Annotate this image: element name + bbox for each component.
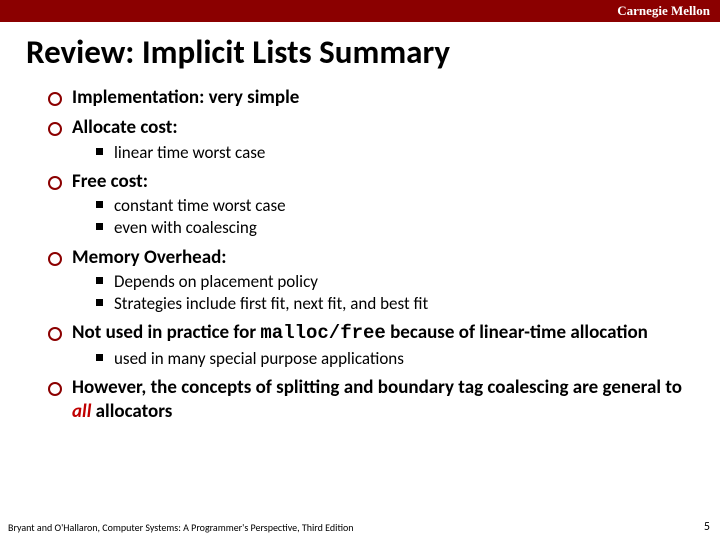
sub-bullet: even with coalescing <box>96 217 686 239</box>
emphasis-text: all <box>72 400 91 423</box>
sub-bullet: constant time worst case <box>96 195 686 217</box>
code-text: malloc/free <box>260 322 385 344</box>
sub-bullet: Depends on placement policy <box>96 271 686 293</box>
bullet-head: Implementation: very simple <box>72 86 686 110</box>
bullet-head: Allocate cost: <box>72 116 686 140</box>
bullet-head: Not used in practice for malloc/free bec… <box>72 321 686 346</box>
bullet-item: Implementation: very simple <box>48 86 686 110</box>
header-bar: Carnegie Mellon <box>0 0 720 22</box>
bullet-item: Not used in practice for malloc/free bec… <box>48 321 686 370</box>
slide-title: Review: Implicit Lists Summary <box>0 22 720 80</box>
bullet-item: Allocate cost: linear time worst case <box>48 116 686 164</box>
sub-bullet: used in many special purpose application… <box>96 348 686 370</box>
footer-citation: Bryant and O'Hallaron, Computer Systems:… <box>8 521 712 534</box>
sub-bullet: linear time worst case <box>96 142 686 164</box>
page-number: 5 <box>704 520 710 534</box>
bullet-head: Free cost: <box>72 170 686 194</box>
bullet-head: Memory Overhead: <box>72 246 686 270</box>
sub-bullet: Strategies include first fit, next fit, … <box>96 293 686 315</box>
bullet-item: However, the concepts of splitting and b… <box>48 376 686 424</box>
institution-label: Carnegie Mellon <box>617 3 710 18</box>
bullet-item: Memory Overhead: Depends on placement po… <box>48 246 686 316</box>
bullet-head: However, the concepts of splitting and b… <box>72 376 686 424</box>
bullet-item: Free cost: constant time worst case even… <box>48 170 686 240</box>
slide-content: Implementation: very simple Allocate cos… <box>0 86 720 424</box>
